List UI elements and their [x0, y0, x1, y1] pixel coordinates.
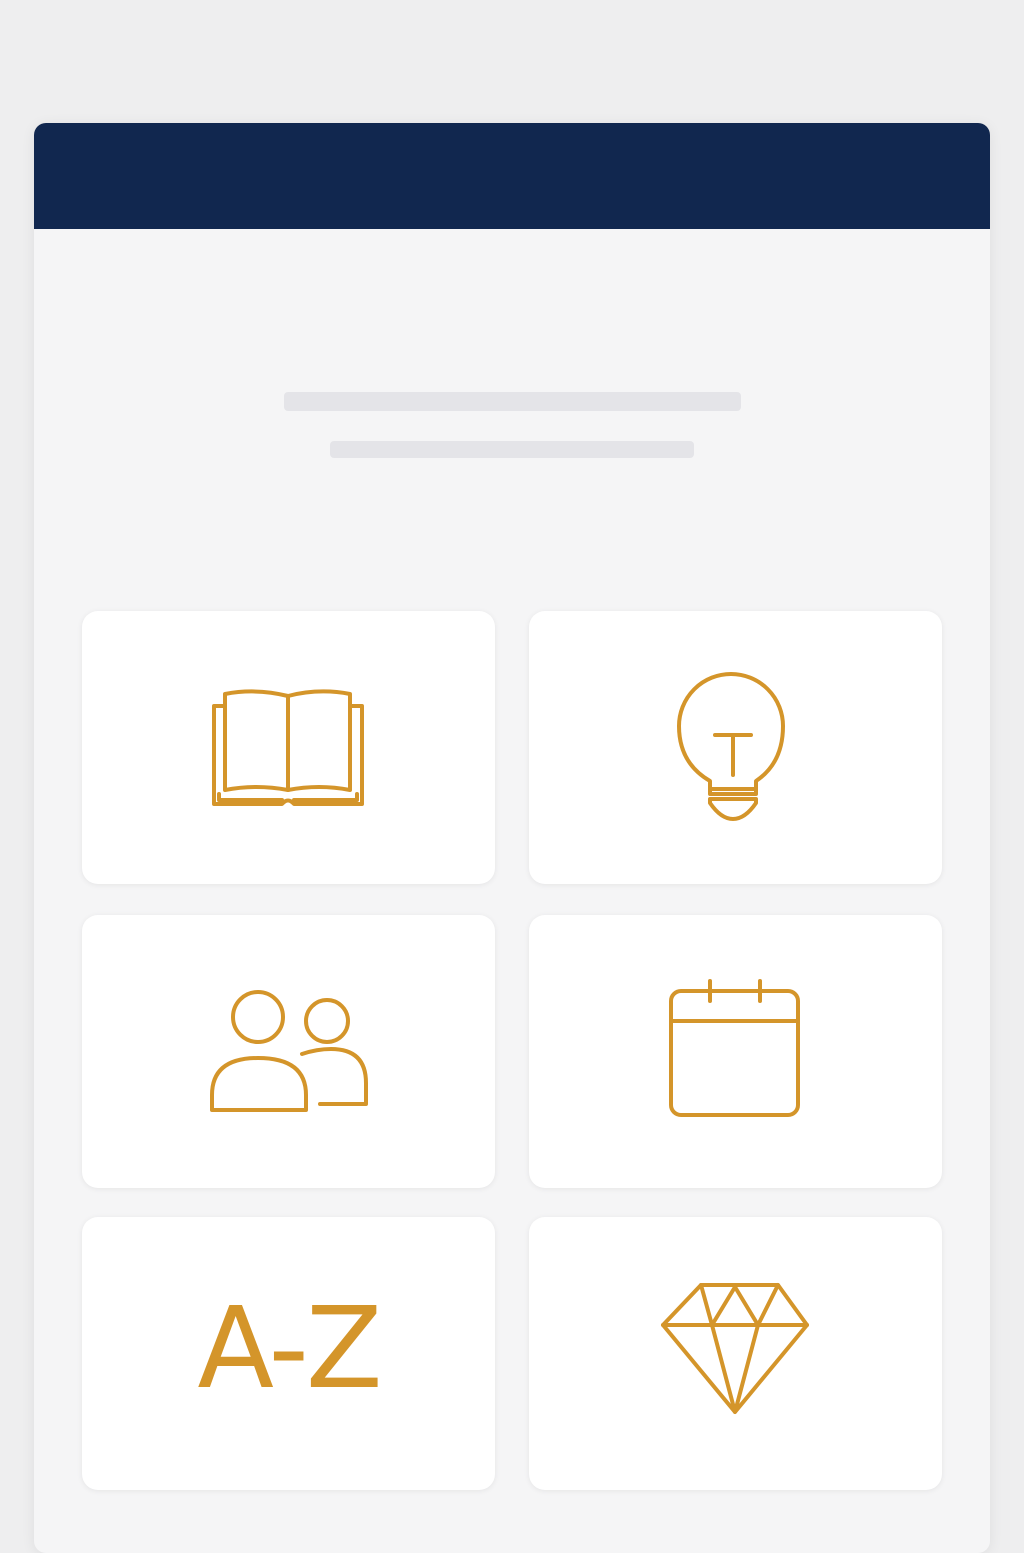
- tile-glossary[interactable]: A-Z: [82, 1217, 495, 1490]
- a-z-glossary-icon: A-Z: [197, 1284, 382, 1414]
- tile-calendar[interactable]: [529, 915, 942, 1188]
- tile-diamond[interactable]: [529, 1217, 942, 1490]
- tile-users[interactable]: [82, 915, 495, 1188]
- diamond-icon: [661, 1283, 809, 1414]
- users-icon: [210, 990, 368, 1112]
- header-bar: [34, 123, 990, 229]
- lightbulb-icon: [677, 672, 785, 821]
- tile-book[interactable]: [82, 611, 495, 884]
- subtitle-placeholder: [330, 441, 694, 458]
- open-book-icon: [212, 689, 364, 806]
- calendar-icon: [669, 979, 800, 1117]
- title-placeholder: [284, 392, 741, 411]
- tile-lightbulb[interactable]: [529, 611, 942, 884]
- app-window: A-Z: [34, 123, 990, 1553]
